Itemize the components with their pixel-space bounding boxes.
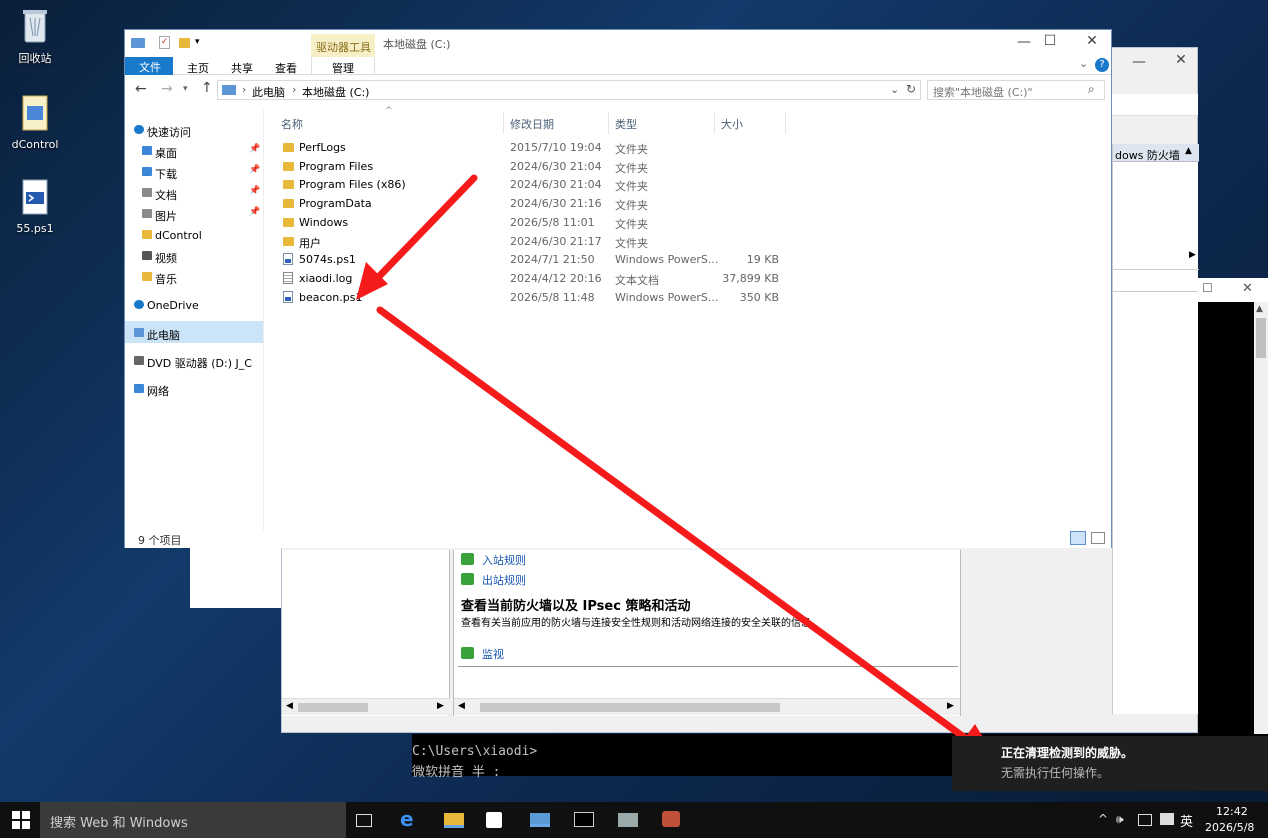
network-app-icon[interactable] [662, 811, 680, 827]
defender-toast[interactable]: 正在清理检测到的威胁。 无需执行任何操作。 [952, 736, 1268, 791]
notification-icon[interactable] [1160, 813, 1174, 825]
taskbar: 搜索 Web 和 Windows e ^ 🕪 英 12:42 2026/5/8 [0, 802, 1268, 838]
cmd-taskbar-icon[interactable] [574, 812, 594, 827]
toast-title: 正在清理检测到的威胁。 [1001, 746, 1134, 760]
start-button[interactable] [0, 802, 40, 838]
clock-time[interactable]: 12:42 [1216, 805, 1248, 818]
taskbar-search[interactable]: 搜索 Web 和 Windows [40, 802, 346, 838]
network-tray-icon[interactable] [1138, 814, 1152, 826]
annotation-arrows [356, 174, 994, 756]
toast-subtitle: 无需执行任何操作。 [1001, 766, 1110, 780]
server-manager-icon[interactable] [618, 813, 638, 827]
task-view-icon[interactable] [356, 814, 372, 827]
arrow-to-toast [376, 306, 994, 756]
ime-indicator[interactable]: 英 [1180, 811, 1193, 830]
store-icon[interactable] [486, 812, 502, 828]
firewall-taskbar-icon[interactable] [530, 813, 550, 827]
clock-date[interactable]: 2026/5/8 [1205, 821, 1254, 834]
tray-chevron-icon[interactable]: ^ [1098, 812, 1108, 826]
taskbar-search-input[interactable]: 搜索 Web 和 Windows [50, 812, 188, 831]
volume-icon[interactable]: 🕪 [1116, 812, 1124, 827]
windows-logo-icon [12, 811, 30, 829]
arrow-to-beacon [356, 174, 478, 300]
edge-icon[interactable]: e [400, 807, 422, 831]
file-explorer-taskbar-icon[interactable] [444, 813, 464, 828]
